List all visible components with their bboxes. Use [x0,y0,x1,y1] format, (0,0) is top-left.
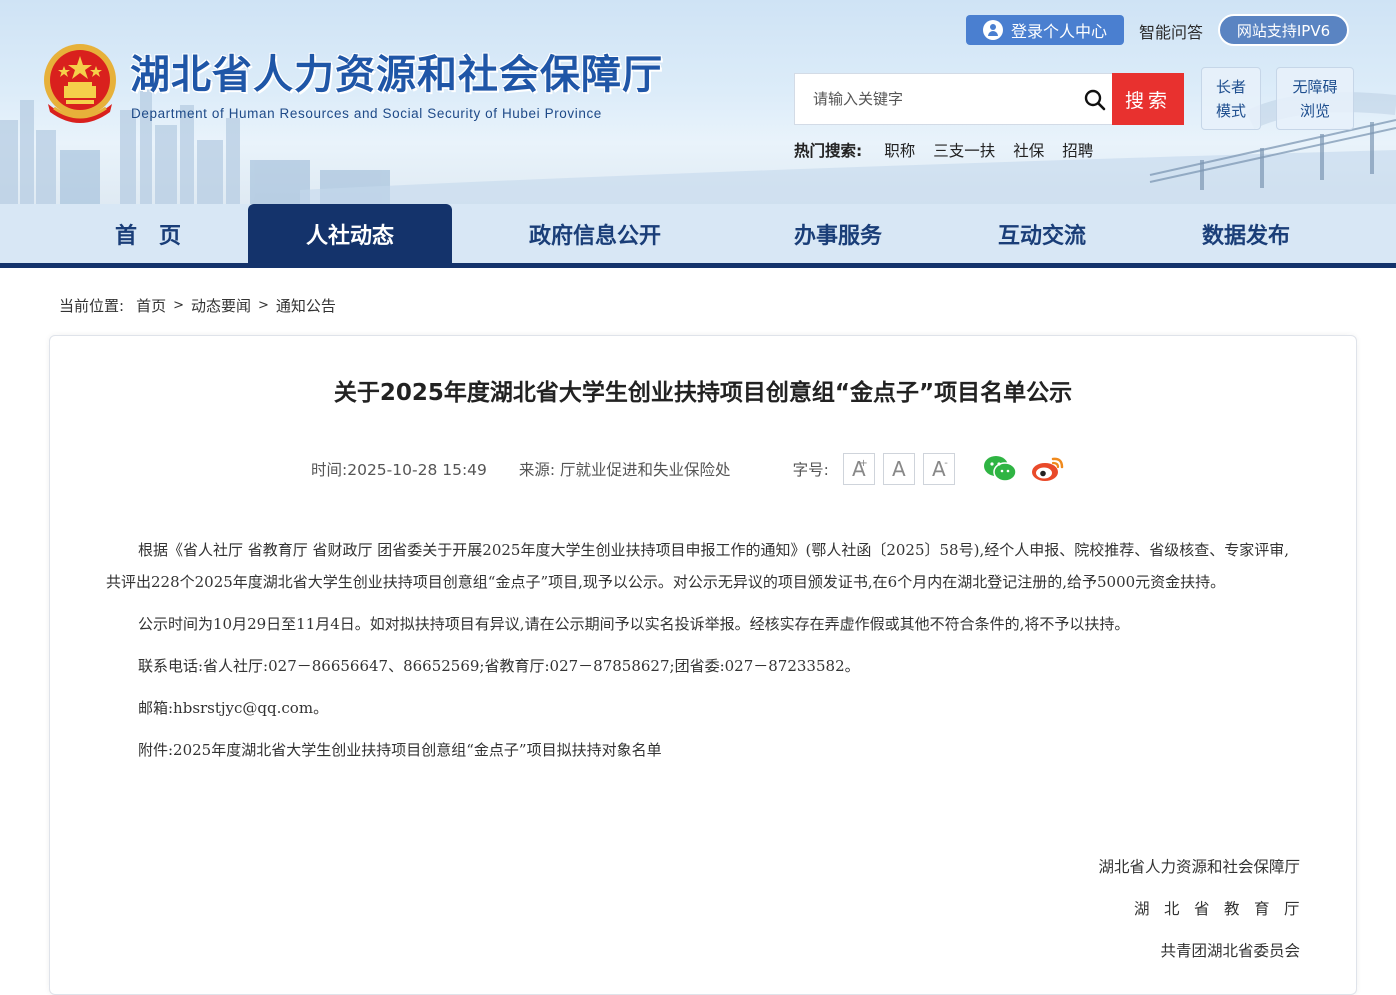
site-header: 湖北省人力资源和社会保障厅 Department of Human Resour… [0,0,1396,204]
article-paragraph: 公示时间为10月29日至11月4日。如对拟扶持项目有异议,请在公示期间予以实名投… [138,615,1130,633]
main-nav: 首 页 人社动态 政府信息公开 办事服务 互动交流 数据发布 [0,204,1396,268]
breadcrumb-separator: > [173,298,184,313]
breadcrumb-notices[interactable]: 通知公告 [276,295,336,316]
search-box [794,73,1112,125]
wechat-icon[interactable] [983,455,1017,483]
breadcrumb-separator: > [258,298,269,313]
nav-hrss-news[interactable]: 人社动态 [248,204,452,263]
hot-search: 热门搜索: 职称 三支一扶 社保 招聘 [794,139,1111,161]
font-size-label: 字号: [792,461,829,479]
hot-search-item[interactable]: 职称 [884,139,915,161]
publish-time: 时间:2025-10-28 15:49 [311,461,487,479]
font-larger-button[interactable]: A + [842,453,875,485]
elder-mode-line1: 长者 [1215,78,1246,96]
login-personal-center-button[interactable]: 登录个人中心 [966,15,1124,45]
login-label: 登录个人中心 [1010,22,1107,41]
ipv6-badge[interactable]: 网站支持IPV6 [1218,14,1349,46]
site-subtitle: Department of Human Resources and Social… [131,106,602,121]
search-button[interactable]: 搜索 [1112,73,1184,125]
elder-mode-button[interactable]: 长者 模式 [1201,67,1261,130]
signature-education: 湖北省教育厅 [1133,900,1314,918]
nav-services[interactable]: 办事服务 [738,204,938,263]
breadcrumb: 当前位置: 首页 > 动态要闻 > 通知公告 [59,295,336,316]
nav-data-release[interactable]: 数据发布 [1146,204,1346,263]
article-title: 关于2025年度湖北省大学生创业扶持项目创意组“金点子”项目名单公示 [333,380,1073,406]
attachment-link[interactable]: 附件:2025年度湖北省大学生创业扶持项目创意组“金点子”项目拟扶持对象名单 [106,734,1296,766]
barrier-free-line2: 浏览 [1299,102,1330,120]
share-buttons [983,455,1065,483]
breadcrumb-news[interactable]: 动态要闻 [191,295,251,316]
smart-qa-link[interactable]: 智能问答 [1139,19,1203,43]
breadcrumb-label: 当前位置: [59,297,125,315]
article-paragraph: 联系电话:省人社厅:027－86656647、86652569;省教育厅:027… [138,657,860,675]
font-default-glyph: A [891,457,906,481]
emblem-icon [44,44,116,123]
search-input[interactable] [795,74,1075,124]
signature-hrss: 湖北省人力资源和社会保障厅 [1098,858,1300,876]
elder-mode-line2: 模式 [1215,102,1246,120]
breadcrumb-home[interactable]: 首页 [136,295,166,316]
article-source: 来源: 厅就业促进和失业保险处 [518,461,731,479]
article-meta: 时间:2025-10-28 15:49 来源: 厅就业促进和失业保险处 字号: … [311,452,1065,486]
article-card: 关于2025年度湖北省大学生创业扶持项目创意组“金点子”项目名单公示 时间:20… [49,335,1357,995]
barrier-free-line1: 无障碍 [1292,78,1338,96]
font-default-button[interactable]: A [882,453,915,485]
nav-home[interactable]: 首 页 [48,204,248,263]
barrier-free-button[interactable]: 无障碍 浏览 [1276,67,1354,130]
nav-interaction[interactable]: 互动交流 [942,204,1142,263]
site-title: 湖北省人力资源和社会保障厅 [130,52,663,98]
hot-search-item[interactable]: 社保 [1013,139,1044,161]
article-body: 根据《省人社厅 省教育厅 省财政厅 团省委关于开展2025年度大学生创业扶持项目… [106,534,1296,776]
article-paragraph: 邮箱:hbsrstjyc@qq.com。 [138,699,329,717]
font-smaller-button[interactable]: A- [922,453,955,485]
signature-youth-league: 共青团湖北省委员会 [1160,942,1300,960]
hot-search-label: 热门搜索: [794,142,863,160]
user-icon [982,20,1003,40]
hot-search-item[interactable]: 三支一扶 [933,139,995,161]
weibo-icon[interactable] [1031,455,1065,483]
nav-gov-info[interactable]: 政府信息公开 [480,204,710,263]
hot-search-item[interactable]: 招聘 [1062,139,1093,161]
article-paragraph: 根据《省人社厅 省教育厅 省财政厅 团省委关于开展2025年度大学生创业扶持项目… [106,541,1289,591]
search-icon[interactable] [1084,89,1106,111]
